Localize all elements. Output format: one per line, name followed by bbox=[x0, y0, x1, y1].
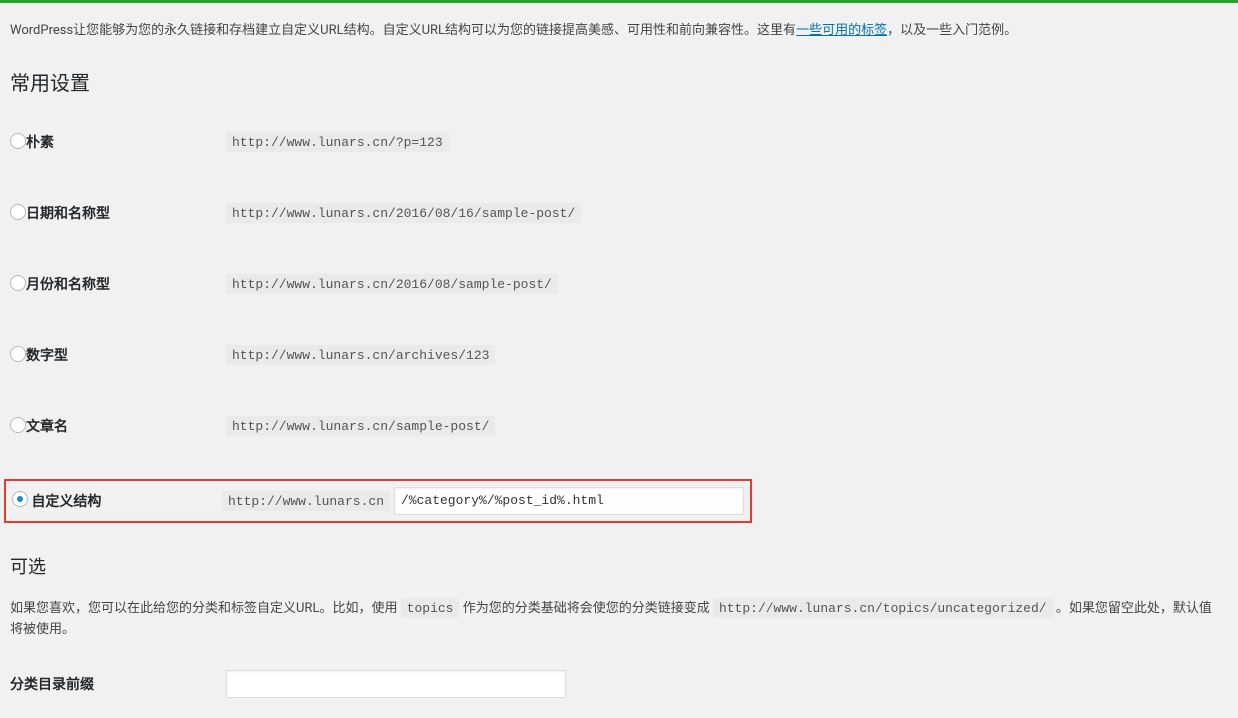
category-prefix-label: 分类目录前缀 bbox=[10, 674, 226, 694]
category-prefix-row: 分类目录前缀 bbox=[10, 670, 1220, 698]
label-numeric[interactable]: 数字型 bbox=[26, 345, 226, 365]
optional-description: 如果您喜欢，您可以在此给您的分类和标签自定义URL。比如，使用 topics 作… bbox=[10, 599, 1220, 641]
common-settings-heading: 常用设置 bbox=[10, 67, 1220, 96]
option-custom-structure: 自定义结构 http://www.lunars.cn bbox=[4, 479, 752, 523]
radio-plain[interactable] bbox=[10, 133, 26, 149]
option-numeric: 数字型 http://www.lunars.cn/archives/123 bbox=[10, 337, 1220, 374]
custom-structure-input[interactable] bbox=[394, 487, 744, 515]
intro-text-2: ，以及一些入门范例。 bbox=[887, 23, 1017, 38]
example-numeric: http://www.lunars.cn/archives/123 bbox=[226, 345, 495, 365]
example-postname: http://www.lunars.cn/sample-post/ bbox=[226, 416, 495, 436]
example-month-name: http://www.lunars.cn/2016/08/sample-post… bbox=[226, 274, 558, 294]
option-month-name: 月份和名称型 http://www.lunars.cn/2016/08/samp… bbox=[10, 266, 1220, 303]
label-custom[interactable]: 自定义结构 bbox=[31, 491, 222, 511]
optional-desc-1: 如果您喜欢，您可以在此给您的分类和标签自定义URL。比如，使用 bbox=[10, 601, 401, 616]
option-plain: 朴素 http://www.lunars.cn/?p=123 bbox=[10, 124, 1220, 161]
permalink-settings-page: WordPress让您能够为您的永久链接和存档建立自定义URL结构。自定义URL… bbox=[0, 21, 1238, 718]
success-bar bbox=[0, 0, 1238, 3]
label-postname[interactable]: 文章名 bbox=[26, 416, 226, 436]
optional-heading: 可选 bbox=[10, 553, 1220, 579]
example-plain: http://www.lunars.cn/?p=123 bbox=[226, 132, 449, 152]
radio-month-name[interactable] bbox=[10, 275, 26, 291]
topics-code: topics bbox=[401, 598, 460, 618]
intro-paragraph: WordPress让您能够为您的永久链接和存档建立自定义URL结构。自定义URL… bbox=[10, 21, 1220, 42]
example-day-name: http://www.lunars.cn/2016/08/16/sample-p… bbox=[226, 203, 581, 223]
radio-postname[interactable] bbox=[10, 417, 26, 433]
example-url-code: http://www.lunars.cn/topics/uncategorize… bbox=[713, 598, 1053, 618]
optional-desc-2: 作为您的分类基础将会使您的分类链接变成 bbox=[459, 601, 712, 616]
radio-custom[interactable] bbox=[12, 491, 28, 507]
tags-link[interactable]: 一些可用的标签 bbox=[796, 23, 887, 38]
custom-base-url: http://www.lunars.cn bbox=[222, 491, 390, 511]
option-postname: 文章名 http://www.lunars.cn/sample-post/ bbox=[10, 408, 1220, 445]
intro-text-1: WordPress让您能够为您的永久链接和存档建立自定义URL结构。自定义URL… bbox=[10, 23, 796, 38]
label-plain[interactable]: 朴素 bbox=[26, 132, 226, 152]
radio-numeric[interactable] bbox=[10, 346, 26, 362]
radio-day-name[interactable] bbox=[10, 204, 26, 220]
option-day-name: 日期和名称型 http://www.lunars.cn/2016/08/16/s… bbox=[10, 195, 1220, 232]
label-day-name[interactable]: 日期和名称型 bbox=[26, 203, 226, 223]
category-prefix-input[interactable] bbox=[226, 670, 566, 698]
label-month-name[interactable]: 月份和名称型 bbox=[26, 274, 226, 294]
